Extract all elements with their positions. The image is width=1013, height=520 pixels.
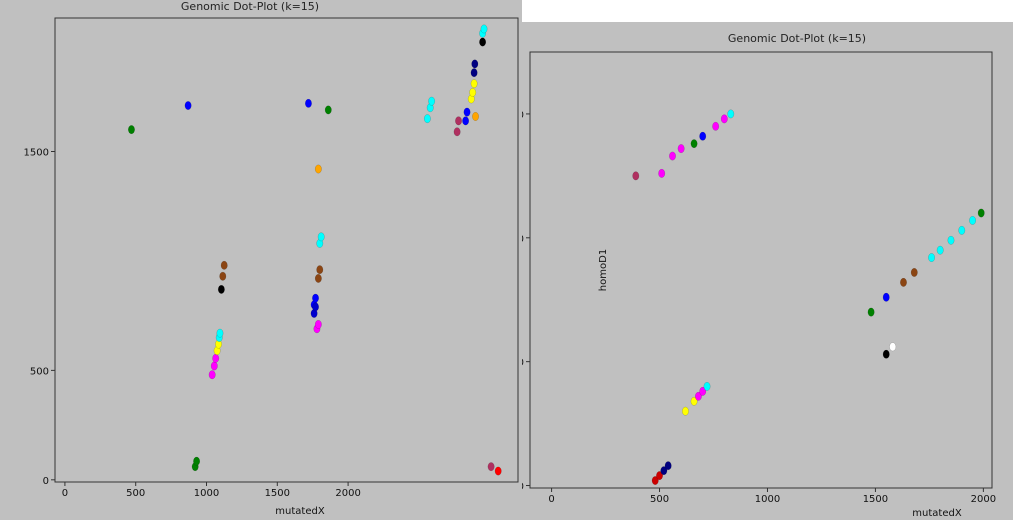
left-x-tick-label: 2000 [335,488,360,499]
left-x-tick-label: 1500 [265,488,290,499]
left-point-s18-p0 [494,466,502,476]
right-y-tick-label: 1500 [522,110,524,121]
left-point-s12-p1 [312,302,319,312]
left-point-s11-p0 [470,68,478,78]
left-point-s9-p2 [487,462,495,472]
right-point-s9-p1 [720,114,728,124]
right-point-s11-p0 [889,342,897,352]
left-point-s1-p1 [210,361,218,371]
right-y-tick-label: 1000 [522,234,524,245]
right-x-tick-label: 2000 [971,494,996,505]
left-x-tick-label: 500 [126,488,145,499]
right-x-tick-label: 1500 [863,494,888,505]
left-point-s5-p0 [219,271,227,281]
left-point-s7-p2 [428,96,436,106]
left-point-s6-p5 [463,107,471,117]
left-point-s6-p1 [304,98,312,108]
right-point-s8-p0 [699,131,707,141]
left-point-s9-p1 [455,116,462,126]
left-point-s7-p4 [317,232,325,242]
right-point-s16-p3 [958,225,966,235]
right-point-s10-p0 [727,109,735,119]
left-point-s8-p0 [314,164,322,174]
left-point-s1-p0 [208,370,216,380]
left-point-s17-p1 [480,24,488,34]
left-y-tick-label: 1500 [24,148,49,159]
left-point-s6-p4 [462,116,470,126]
right-point-s2-p0 [681,406,689,416]
right-point-s16-p0 [928,253,936,263]
left-point-s11-p1 [471,59,479,69]
right-y-tick-label: 0 [522,482,524,493]
left-point-s10-p2 [470,79,478,89]
right-x-tick-label: 1000 [755,494,780,505]
left-x-tick-label: 0 [62,488,68,499]
left-y-tick-label: 500 [30,366,49,377]
right-point-s15-p0 [900,277,907,287]
right-point-s4-p0 [703,381,711,391]
left-point-s13-p1 [316,265,324,275]
left-point-s15-p1 [324,105,332,115]
right-point-s17-p0 [977,208,985,218]
right-dot-plot: Genomic Dot-Plot (k=15) mutatedX homoD1 … [522,32,996,519]
left-point-s6-p3 [312,293,319,303]
right-point-s6-p0 [658,168,666,178]
left-point-s4-p0 [217,284,225,294]
left-chart-title: Genomic Dot-Plot (k=15) [181,0,319,13]
left-x-tick-label: 1000 [194,488,219,499]
right-point-s16-p4 [969,216,977,225]
right-x-tick-label: 0 [548,494,554,505]
left-dot-plot: Genomic Dot-Plot (k=15) mutatedX 0 500 100… [24,0,519,517]
left-point-s14-p1 [314,319,322,329]
right-y-tick-label: 500 [522,358,524,369]
right-point-s7-p0 [690,139,698,149]
left-point-s16-p0 [479,37,487,47]
left-point-s3-p1 [216,328,224,338]
right-y-axis-label: homoD1 [598,249,609,291]
left-point-s15-p0 [128,125,135,135]
right-point-s15-p1 [910,268,918,277]
right-point-s9-p0 [712,121,720,131]
right-point-s12-p0 [882,349,890,359]
right-point-s13-p0 [867,307,875,317]
left-point-s5-p1 [220,260,228,270]
right-point-s16-p2 [947,235,955,245]
left-point-s0-p1 [193,456,201,466]
left-x-axis-label: mutatedX [275,506,325,517]
right-chart-title: Genomic Dot-Plot (k=15) [728,32,866,45]
right-x-axis-label: mutatedX [912,508,962,519]
right-point-s6-p1 [669,151,676,161]
left-point-s6-p0 [184,101,192,110]
left-point-s1-p2 [212,353,220,363]
left-point-s13-p0 [314,274,322,283]
right-point-s6-p2 [677,144,685,154]
left-point-s9-p0 [453,127,461,137]
left-point-s10-p1 [469,87,477,97]
left-y-tick-label: 0 [43,476,49,487]
right-point-s5-p0 [632,171,640,181]
left-point-s8-p1 [472,112,479,121]
left-dot-plot-panel: Genomic Dot-Plot (k=15) mutatedX 0 500 100… [0,0,522,520]
left-plot-frame [54,17,519,483]
left-point-s7-p0 [423,114,431,124]
right-point-s1-p1 [664,461,672,471]
right-point-s14-p0 [882,292,890,302]
right-dot-plot-panel: Genomic Dot-Plot (k=15) mutatedX homoD1 … [522,22,1013,520]
right-x-tick-label: 500 [650,494,669,505]
right-point-s16-p1 [936,245,944,255]
